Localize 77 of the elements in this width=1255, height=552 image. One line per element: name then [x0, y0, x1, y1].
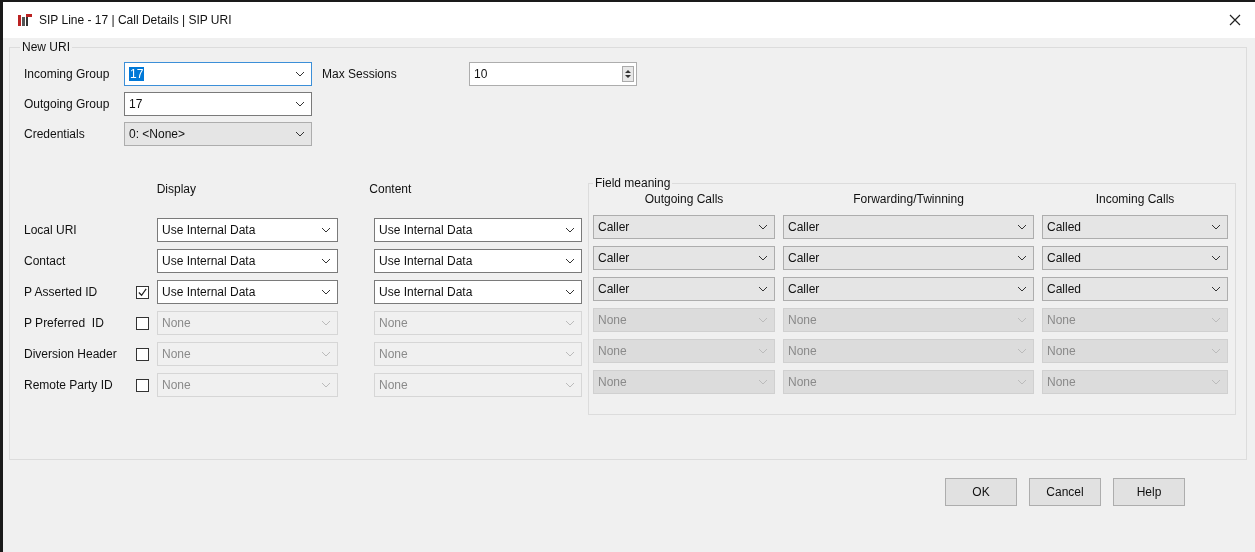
- dropdown[interactable]: Caller: [783, 215, 1034, 239]
- dropdown[interactable]: Caller: [593, 277, 775, 301]
- chevron-icon: [1211, 224, 1221, 230]
- chevron-icon: [565, 382, 575, 388]
- row-label: P Asserted ID: [24, 285, 99, 299]
- chevron-icon: [1017, 348, 1027, 354]
- chevron-icon: [1211, 317, 1221, 323]
- dialog-button[interactable]: Help: [1113, 478, 1185, 506]
- chevron-icon: [321, 320, 331, 326]
- number-field[interactable]: 10: [469, 62, 637, 86]
- dropdown[interactable]: Called: [1042, 215, 1228, 239]
- chevron-icon: [321, 227, 331, 233]
- dropdown[interactable]: 17: [124, 92, 312, 116]
- dialog-button[interactable]: Cancel: [1029, 478, 1101, 506]
- dropdown[interactable]: Use Internal Data: [374, 218, 582, 242]
- column-header: Display: [156, 182, 198, 196]
- row-label: Remote Party ID: [24, 378, 114, 392]
- row-label: P Preferred ID: [24, 316, 105, 330]
- window-title: SIP Line - 17 | Call Details | SIP URI: [39, 13, 233, 27]
- chevron-icon: [295, 101, 305, 107]
- chevron-icon: [758, 348, 768, 354]
- chevron-icon: [1017, 224, 1027, 230]
- dropdown[interactable]: Caller: [593, 246, 775, 270]
- checkbox[interactable]: [136, 285, 149, 299]
- dropdown[interactable]: Use Internal Data: [374, 280, 582, 304]
- chevron-icon: [758, 317, 768, 323]
- chevron-icon: [1017, 286, 1027, 292]
- row-label: Local URI: [24, 223, 78, 237]
- field-label: Credentials: [24, 127, 86, 141]
- chevron-icon: [1017, 379, 1027, 385]
- chevron-icon: [1017, 255, 1027, 261]
- dropdown[interactable]: Use Internal Data: [374, 249, 582, 273]
- chevron-icon: [565, 320, 575, 326]
- chevron-icon: [1211, 348, 1221, 354]
- field-label: Incoming Group: [24, 67, 111, 81]
- chevron-icon: [1211, 286, 1221, 292]
- chevron-icon: [1211, 255, 1221, 261]
- field-label: Outgoing Group: [24, 97, 111, 111]
- row-label: Diversion Header: [24, 347, 118, 361]
- chevron-icon: [321, 289, 331, 295]
- chevron-icon: [565, 258, 575, 264]
- chevron-icon: [758, 255, 768, 261]
- field-label: Max Sessions: [322, 67, 398, 81]
- dropdown[interactable]: Use Internal Data: [157, 218, 338, 242]
- chevron-icon: [321, 382, 331, 388]
- chevron-icon: [321, 258, 331, 264]
- chevron-icon: [565, 351, 575, 357]
- dropdown[interactable]: Use Internal Data: [157, 280, 338, 304]
- column-header: Forwarding/Twinning: [852, 192, 965, 206]
- dropdown[interactable]: 0: <None>: [124, 122, 312, 146]
- column-header: Incoming Calls: [1094, 192, 1176, 206]
- column-header: Outgoing Calls: [643, 192, 725, 206]
- chevron-icon: [565, 289, 575, 295]
- group-title: New URI: [21, 40, 71, 54]
- chevron-icon: [295, 131, 305, 137]
- dropdown[interactable]: Called: [1042, 277, 1228, 301]
- chevron-icon: [321, 351, 331, 357]
- row-label: Contact: [24, 254, 67, 268]
- dropdown[interactable]: Caller: [593, 215, 775, 239]
- chevron-icon: [1211, 379, 1221, 385]
- dropdown[interactable]: Use Internal Data: [157, 249, 338, 273]
- dropdown[interactable]: Caller: [783, 246, 1034, 270]
- chevron-icon: [758, 224, 768, 230]
- dialog-button[interactable]: OK: [945, 478, 1017, 506]
- column-header: Content: [369, 182, 413, 196]
- group-title: Field meaning: [594, 176, 672, 190]
- app-icon: [17, 12, 33, 28]
- chevron-icon: [1017, 317, 1027, 323]
- close-icon[interactable]: [1229, 14, 1241, 26]
- spinner-arrows-icon[interactable]: [622, 66, 634, 82]
- dropdown[interactable]: Caller: [783, 277, 1034, 301]
- chevron-icon: [565, 227, 575, 233]
- chevron-icon: [295, 71, 305, 77]
- dropdown[interactable]: 17: [124, 62, 312, 86]
- dropdown[interactable]: Called: [1042, 246, 1228, 270]
- chevron-icon: [758, 379, 768, 385]
- chevron-icon: [758, 286, 768, 292]
